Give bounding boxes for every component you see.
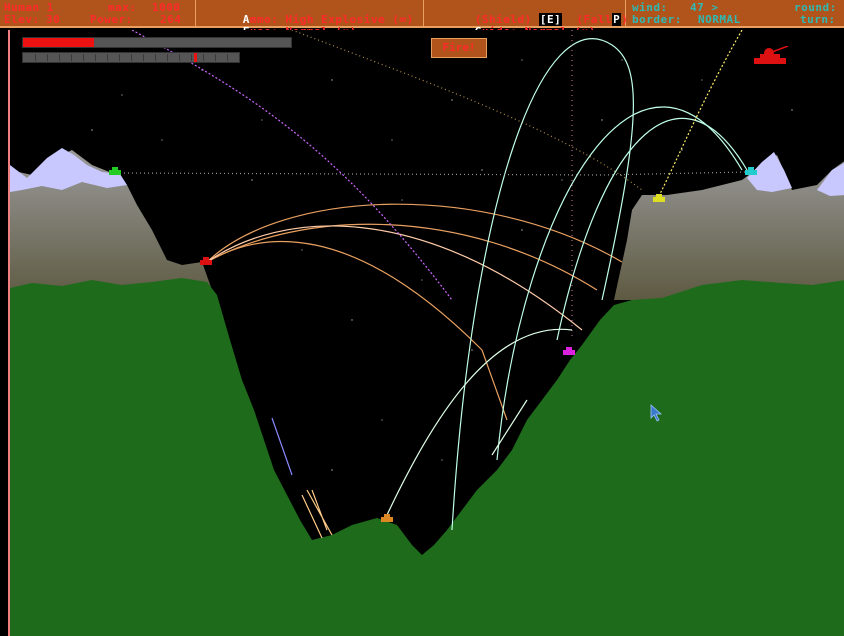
turn-label: turn: [800, 13, 836, 26]
weapon-settings: Ammo: High Explosive (∞) Fuse: Normal (∞… [196, 0, 424, 38]
elevation-bar-segment [83, 54, 84, 61]
current-tank-icon [754, 46, 789, 64]
elevation-bar-segment [191, 54, 192, 61]
elevation-bar-segment [47, 54, 48, 61]
elevation-marker[interactable] [193, 53, 197, 62]
status-bar: Human 1 max: 1000 Elev: 30 Power: 264 Am… [0, 0, 844, 38]
power-label: Power: [90, 13, 133, 26]
elevation-bar[interactable] [22, 52, 240, 63]
elevation-bar-segment [119, 54, 120, 61]
elevation-bar-segment [167, 54, 168, 61]
power-bar[interactable] [22, 37, 292, 48]
border-label: border: [632, 13, 682, 26]
elevation-bar-segment [155, 54, 156, 61]
defense-settings: (Shield) [E] (FallP) Guide: Normal (∞) [424, 0, 628, 38]
fall-key[interactable]: P [612, 13, 622, 26]
elev-label: Elev: [4, 13, 40, 26]
elevation-bar-segment [35, 54, 36, 61]
border-value: NORMAL [698, 13, 741, 26]
elevation-bar-segment [215, 54, 216, 61]
mouse-pointer-icon [650, 404, 663, 422]
elevation-bar-segment [71, 54, 72, 61]
elevation-bar-segment [107, 54, 108, 61]
elevation-bar-segment [227, 54, 228, 61]
battlefield[interactable] [8, 30, 844, 636]
game-info: wind: 47 > round: border: NORMAL turn: [626, 0, 844, 28]
fire-button[interactable]: Fire! [431, 38, 487, 58]
battlefield-canvas [10, 30, 844, 636]
elevation-bar-segment [143, 54, 144, 61]
elevation-bar-segment [95, 54, 96, 61]
elev-value: 30 [46, 13, 61, 26]
power-value: 264 [160, 13, 182, 26]
elevation-bar-segment [131, 54, 132, 61]
elevation-bar-segment [59, 54, 60, 61]
elevation-bar-segment [179, 54, 180, 61]
power-bar-fill [23, 38, 94, 47]
elevation-bar-segment [203, 54, 204, 61]
player-stats: Human 1 max: 1000 Elev: 30 Power: 264 [0, 0, 196, 28]
